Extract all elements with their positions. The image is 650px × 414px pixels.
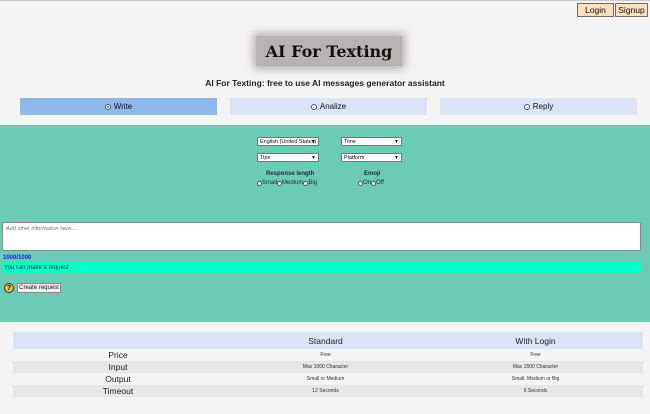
table-row: Timeout 12 Seconds 6 Seconds — [13, 385, 643, 397]
site-logo: AI For Texting — [256, 36, 402, 66]
row-label: Timeout — [13, 385, 223, 397]
radio-icon[interactable] — [523, 103, 530, 110]
radio-emoji-on[interactable] — [358, 180, 363, 186]
tab-write[interactable]: Write — [20, 98, 217, 115]
response-length-options: Small Medium Big — [257, 180, 317, 186]
platform-select[interactable]: Platform ▼ — [341, 153, 402, 162]
select-value: English (United States) — [260, 138, 317, 145]
table-cell: 12 Seconds — [223, 385, 429, 397]
table-header: With Login — [428, 332, 643, 349]
table-cell: 6 Seconds — [428, 385, 643, 397]
table-cell: Free — [428, 349, 643, 361]
option-label: Small — [262, 180, 278, 186]
chevron-down-icon: ▼ — [394, 139, 399, 145]
table-cell: Max 1500 Character — [428, 361, 643, 373]
tab-label: Analize — [319, 102, 347, 111]
table-header — [13, 332, 223, 349]
table-header-row: Standard With Login — [13, 332, 643, 349]
table-header: Standard — [223, 332, 429, 349]
tab-analize[interactable]: Analize — [230, 98, 427, 115]
table-row: Input Max 1000 Character Max 1500 Charac… — [13, 361, 643, 373]
tab-reply[interactable]: Reply — [440, 98, 637, 115]
create-request-button[interactable]: Create request — [17, 283, 61, 293]
option-label: Off — [376, 180, 384, 186]
response-length-label: Response length — [266, 171, 315, 177]
char-counter: 1000/1000 — [3, 255, 32, 261]
option-label: On — [363, 180, 372, 186]
language-select[interactable]: English (United States) ▼ — [257, 137, 319, 146]
select-value: Platform — [344, 154, 365, 161]
help-icon[interactable]: ? — [4, 283, 14, 293]
tab-label: Reply — [532, 102, 554, 111]
emoji-options: On Off — [358, 180, 384, 186]
select-value: Tone — [344, 138, 356, 145]
table-cell: Max 1000 Character — [223, 361, 429, 373]
top-divider — [0, 0, 650, 1]
table-row: Price Free Free — [13, 349, 643, 361]
option-label: Big — [308, 180, 318, 186]
row-label: Price — [13, 349, 223, 361]
tone-select[interactable]: Tone ▼ — [341, 137, 402, 146]
chevron-down-icon: ▼ — [311, 155, 316, 161]
radio-small[interactable] — [257, 180, 262, 186]
radio-icon[interactable] — [310, 103, 317, 110]
login-button[interactable]: Login — [577, 3, 614, 17]
option-label: Medium — [282, 180, 304, 186]
table-cell: Small, Medium or Big — [428, 373, 643, 385]
radio-emoji-off[interactable] — [371, 180, 377, 186]
select-value: Tips — [260, 154, 271, 161]
radio-big[interactable] — [303, 180, 309, 186]
tips-select[interactable]: Tips ▼ — [257, 153, 319, 162]
status-bar: You can make a request — [2, 262, 641, 273]
radio-icon[interactable] — [104, 103, 111, 110]
row-label: Input — [13, 361, 223, 373]
table-cell: Free — [223, 349, 429, 361]
table-row: Output Small or Medium Small, Medium or … — [13, 373, 643, 385]
emoji-label: Emoji — [364, 171, 381, 177]
info-textarea[interactable]: Add other information here..... — [2, 222, 641, 251]
table-cell: Small or Medium — [223, 373, 429, 385]
row-label: Output — [13, 373, 223, 385]
pricing-table: Standard With Login Price Free Free Inpu… — [13, 332, 643, 397]
tab-label: Write — [113, 102, 133, 111]
signup-button[interactable]: Signup — [615, 3, 648, 17]
chevron-down-icon: ▼ — [311, 139, 316, 145]
page-subtitle: AI For Texting: free to use AI messages … — [205, 78, 445, 88]
chevron-down-icon: ▼ — [394, 155, 399, 161]
radio-medium[interactable] — [277, 180, 283, 186]
